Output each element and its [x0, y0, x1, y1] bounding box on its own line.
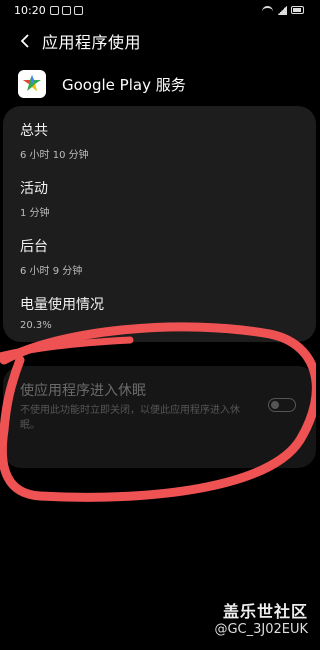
back-button[interactable]: [10, 26, 40, 56]
page-title: 应用程序使用: [42, 33, 142, 52]
app-header: Google Play 服务: [0, 66, 316, 102]
battery-usage-label: 电量使用情况: [20, 297, 104, 313]
red-scribble-annotation: [0, 322, 316, 502]
status-bar: 10:20: [0, 0, 316, 20]
usage-total-value: 6 小时 10 分钟: [20, 150, 89, 161]
notification-calendar-icon: [61, 5, 71, 15]
google-play-services-icon: [18, 70, 46, 98]
usage-total-label: 总共: [20, 123, 48, 139]
watermark-user: @GC_3J02EUK: [214, 622, 308, 637]
usage-background-row[interactable]: 后台 6 小时 9 分钟: [20, 236, 304, 277]
usage-total-row[interactable]: 总共 6 小时 10 分钟: [20, 120, 304, 161]
app-bar: 应用程序使用: [0, 26, 316, 56]
usage-background-label: 后台: [20, 239, 48, 255]
notification-app-icon: [49, 5, 59, 15]
watermark-brand: 盖乐世社区: [222, 602, 308, 621]
signal-icon: [277, 5, 287, 15]
status-right: [262, 5, 304, 15]
usage-active-row[interactable]: 活动 1 分钟: [20, 178, 304, 219]
wifi-icon: [262, 6, 273, 14]
usage-card: 总共 6 小时 10 分钟 活动 1 分钟 后台 6 小时 9 分钟 电量使用情…: [3, 106, 316, 342]
status-time: 10:20: [14, 3, 46, 17]
battery-icon: [291, 6, 304, 14]
app-name: Google Play 服务: [62, 75, 186, 94]
notification-icons: [49, 5, 83, 15]
usage-active-value: 1 分钟: [20, 208, 50, 219]
back-arrow-icon: [20, 34, 29, 48]
notification-weibo-icon: [73, 5, 83, 15]
play-services-puzzle-icon: [23, 75, 41, 91]
status-left: 10:20: [14, 4, 83, 17]
usage-active-label: 活动: [20, 181, 48, 197]
usage-background-value: 6 小时 9 分钟: [20, 266, 83, 277]
